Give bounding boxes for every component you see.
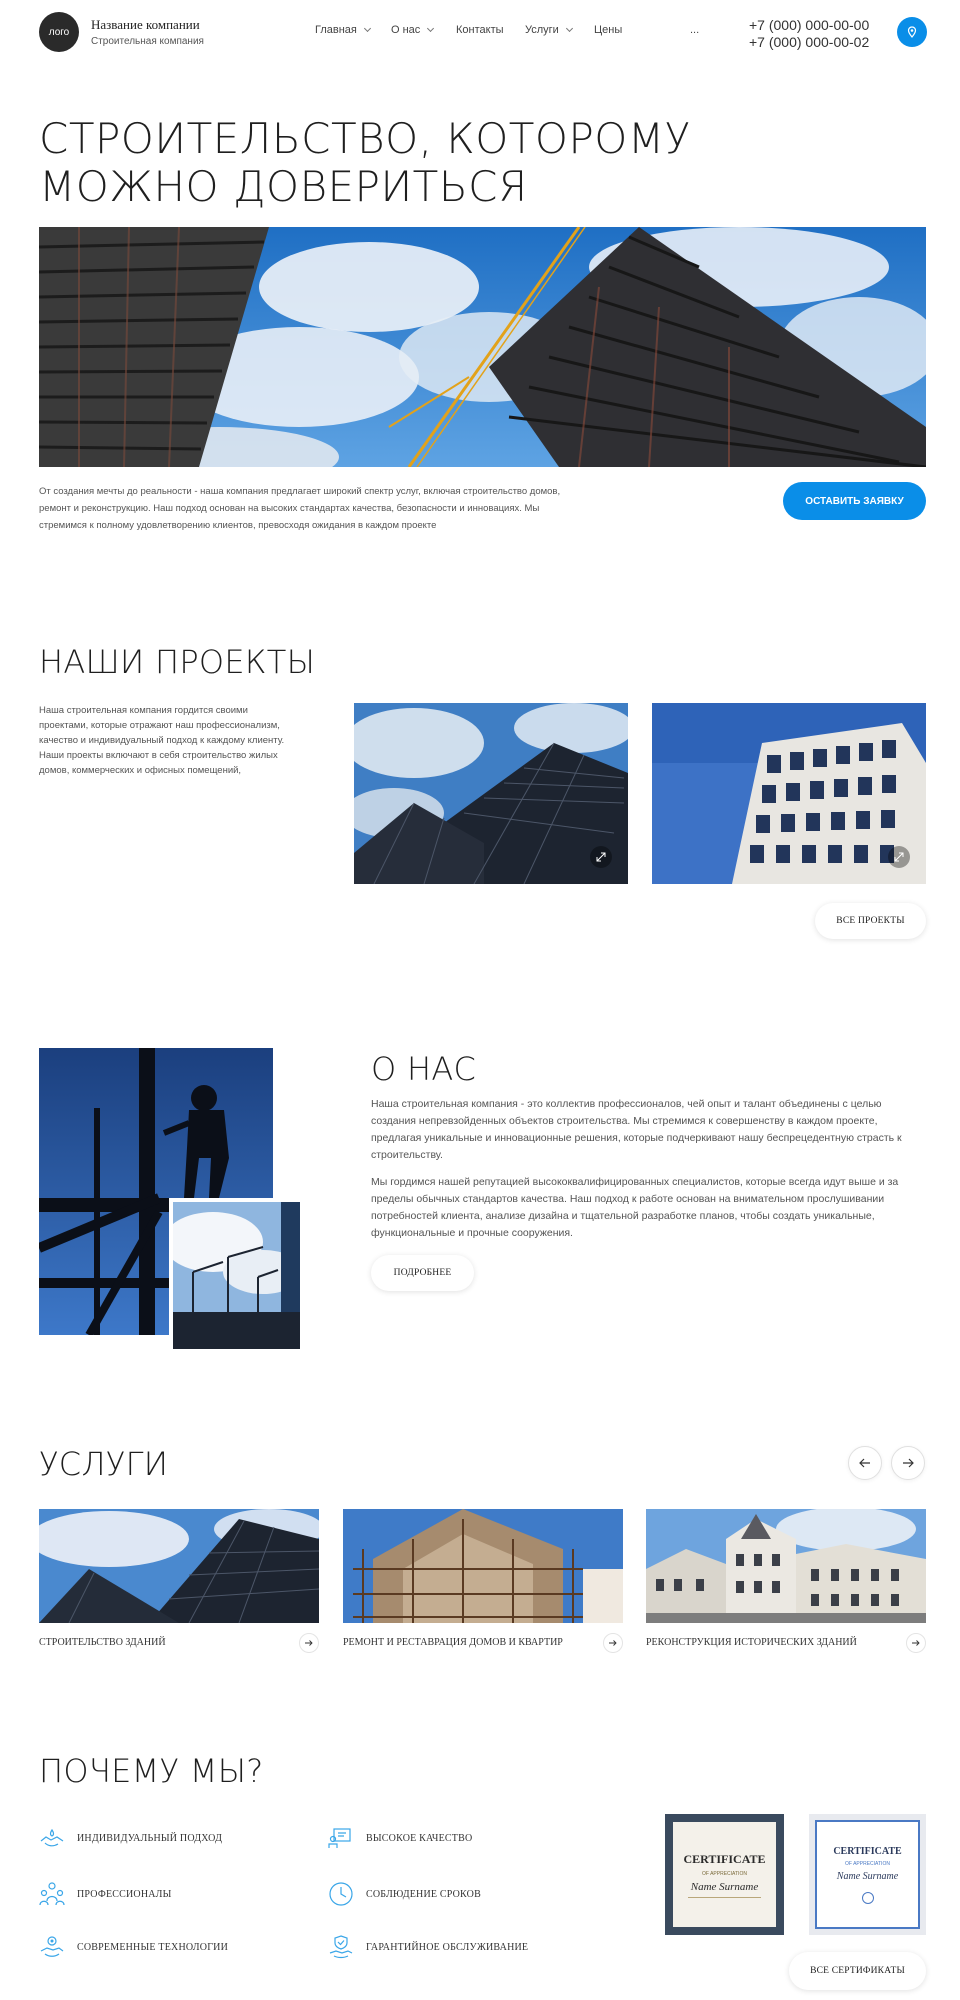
service-card-2-arrow[interactable] <box>603 1633 623 1653</box>
why-item-professionals: ПРОФЕССИОНАЛЫ <box>39 1881 172 1907</box>
certificate-subtitle: OF APPRECIATION <box>702 1870 747 1877</box>
submit-request-button[interactable]: ОСТАВИТЬ ЗАЯВКУ <box>783 482 926 520</box>
projects-description: Наша строительная компания гордится свои… <box>39 705 285 776</box>
why-item-label: СОВРЕМЕННЫЕ ТЕХНОЛОГИИ <box>77 1941 229 1953</box>
service-card-2-label[interactable]: РЕМОНТ И РЕСТАВРАЦИЯ ДОМОВ И КВАРТИР <box>343 1637 563 1648</box>
about-paragraph-2: Мы гордимся нашей репутацией высококвали… <box>371 1176 899 1239</box>
handshake-icon <box>40 1828 64 1847</box>
nav-item-more[interactable]: ... <box>690 24 699 36</box>
why-item-label: ВЫСОКОЕ КАЧЕСТВО <box>366 1832 473 1844</box>
service-card-3-image[interactable] <box>646 1509 926 1623</box>
nav-item-home[interactable]: Главная <box>315 24 371 36</box>
chevron-down-icon <box>363 24 371 33</box>
project-card-1[interactable] <box>354 703 628 884</box>
service-card-3-label[interactable]: РЕКОНСТРУКЦИЯ ИСТОРИЧЕСКИХ ЗДАНИЙ <box>646 1637 857 1648</box>
certificate-title: CERTIFICATE <box>683 1851 766 1866</box>
all-projects-button[interactable]: ВСЕ ПРОЕКТЫ <box>815 903 926 939</box>
logo-text: лого <box>48 26 70 38</box>
expand-icon[interactable] <box>888 846 910 868</box>
nav-label: Главная <box>315 24 357 36</box>
project-card-2[interactable] <box>652 703 926 884</box>
shield-hand-icon <box>329 1935 353 1959</box>
why-item-label: ИНДИВИДУАЛЬНЫЙ ПОДХОД <box>77 1832 223 1844</box>
clock-icon <box>329 1882 353 1906</box>
certificate-title: CERTIFICATE <box>833 1845 902 1857</box>
why-item-deadlines: СОБЛЮДЕНИЕ СРОКОВ <box>328 1881 481 1907</box>
expand-icon[interactable] <box>590 846 612 868</box>
about-paragraph-1: Наша строительная компания - это коллект… <box>371 1098 902 1161</box>
quality-board-icon <box>328 1828 351 1848</box>
certificate-seal-icon <box>861 1891 874 1904</box>
company-name[interactable]: Название компании <box>91 17 200 33</box>
certificate-card-1[interactable]: CERTIFICATE OF APPRECIATION Name Surname <box>665 1814 784 1935</box>
nav-item-services[interactable]: Услуги <box>525 24 573 36</box>
service-card-1-label[interactable]: СТРОИТЕЛЬСТВО ЗДАНИЙ <box>39 1637 166 1648</box>
nav-item-prices[interactable]: Цены <box>594 24 622 36</box>
why-item-quality: ВЫСОКОЕ КАЧЕСТВО <box>328 1827 472 1849</box>
team-icon <box>39 1882 65 1906</box>
company-subtitle: Строительная компания <box>91 36 204 47</box>
certificate-card-2[interactable]: CERTIFICATE OF APPRECIATION Name Surname <box>809 1814 926 1935</box>
certificate-name: Name Surname <box>690 1880 759 1893</box>
arrow-left-icon <box>859 1458 870 1468</box>
services-title: УСЛУГИ <box>39 1445 169 1483</box>
hero-title: СТРОИТЕЛЬСТВО, КОТОРОМУ МОЖНО ДОВЕРИТЬСЯ <box>39 114 691 211</box>
tech-hand-icon <box>40 1936 64 1957</box>
why-us-title: ПОЧЕМУ МЫ? <box>39 1752 264 1790</box>
why-item-warranty: ГАРАНТИЙНОЕ ОБСЛУЖИВАНИЕ <box>328 1935 528 1959</box>
next-slide-button[interactable] <box>891 1446 925 1480</box>
why-item-technologies: СОВРЕМЕННЫЕ ТЕХНОЛОГИИ <box>39 1935 228 1959</box>
nav-label: Цены <box>594 24 623 36</box>
about-title: О НАС <box>371 1050 477 1088</box>
prev-slide-button[interactable] <box>848 1446 882 1480</box>
nav-item-contacts[interactable]: Контакты <box>456 24 504 36</box>
chevron-down-icon <box>427 24 435 33</box>
nav-label: Контакты <box>456 24 504 36</box>
chevron-down-icon <box>565 24 573 33</box>
nav-label: Услуги <box>525 24 559 36</box>
more-details-button[interactable]: ПОДРОБНЕЕ <box>371 1255 474 1291</box>
phone-number-1[interactable]: +7 (000) 000-00-00 <box>749 17 869 33</box>
logo[interactable]: лого <box>39 12 79 52</box>
all-certificates-button[interactable]: ВСЕ СЕРТИФИКАТЫ <box>789 1952 926 1990</box>
nav-label: ... <box>690 24 700 36</box>
service-card-3-arrow[interactable] <box>906 1633 926 1653</box>
arrow-right-icon <box>912 1640 920 1646</box>
certificate-subtitle: OF APPRECIATION <box>845 1860 890 1867</box>
why-item-individual: ИНДИВИДУАЛЬНЫЙ ПОДХОД <box>39 1827 222 1849</box>
why-item-label: ПРОФЕССИОНАЛЫ <box>77 1888 172 1900</box>
nav-label: О нас <box>391 24 421 36</box>
certificate-name: Name Surname <box>836 1870 899 1882</box>
arrow-right-icon <box>609 1640 617 1646</box>
service-card-2-image[interactable] <box>343 1509 623 1623</box>
nav-item-about[interactable]: О нас <box>391 24 435 36</box>
arrow-right-icon <box>903 1458 914 1468</box>
service-card-1-arrow[interactable] <box>299 1633 319 1653</box>
location-pin-icon <box>907 26 917 38</box>
why-item-label: ГАРАНТИЙНОЕ ОБСЛУЖИВАНИЕ <box>366 1941 529 1953</box>
about-image-cranes <box>169 1198 300 1349</box>
location-button[interactable] <box>897 17 927 47</box>
hero-description: От создания мечты до реальности - наша к… <box>39 486 561 531</box>
arrow-right-icon <box>305 1640 313 1646</box>
why-item-label: СОБЛЮДЕНИЕ СРОКОВ <box>366 1888 481 1900</box>
certificate-divider <box>688 1896 761 1898</box>
projects-title: НАШИ ПРОЕКТЫ <box>39 643 316 681</box>
service-card-1-image[interactable] <box>39 1509 319 1623</box>
hero-image <box>39 227 926 467</box>
phone-number-2[interactable]: +7 (000) 000-00-02 <box>749 34 869 50</box>
